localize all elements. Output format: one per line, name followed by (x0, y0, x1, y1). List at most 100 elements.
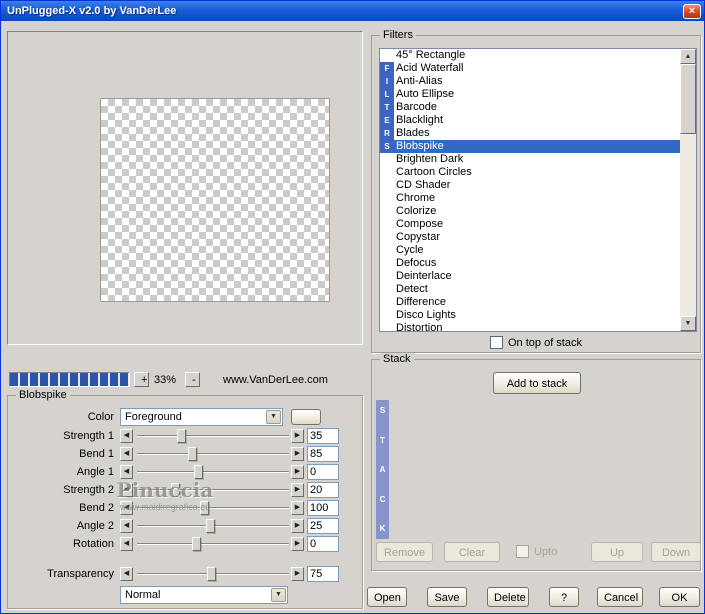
filter-item-deinterlace[interactable]: Deinterlace (380, 270, 680, 283)
filter-item-blades[interactable]: Blades (380, 127, 680, 140)
rotation-increment-button[interactable]: ▶ (291, 537, 304, 551)
bend-2-slider-thumb[interactable] (199, 501, 209, 515)
strength-2-slider-thumb[interactable] (171, 483, 180, 497)
delete-button[interactable]: Delete (487, 587, 529, 607)
strength-1-slider-thumb[interactable] (177, 429, 187, 443)
filter-item-blacklight[interactable]: Blacklight (380, 114, 680, 127)
preview-panel (7, 31, 363, 345)
color-swatch-button[interactable] (291, 409, 321, 425)
upto-checkbox[interactable] (516, 545, 529, 558)
clear-button[interactable]: Clear (444, 542, 500, 562)
transparency-value-input[interactable] (307, 566, 339, 582)
filter-item-auto-ellipse[interactable]: Auto Ellipse (380, 88, 680, 101)
banner-letter: F (384, 64, 390, 73)
params-group-label: Blobspike (16, 389, 70, 402)
cancel-button[interactable]: Cancel (597, 587, 643, 607)
filter-item-distortion[interactable]: Distortion (380, 322, 680, 331)
filter-item-cartoon-circles[interactable]: Cartoon Circles (380, 166, 680, 179)
filter-item-defocus[interactable]: Defocus (380, 257, 680, 270)
filter-item-difference[interactable]: Difference (380, 296, 680, 309)
filter-item-45-rectangle[interactable]: 45° Rectangle (380, 49, 680, 62)
bend-2-slider-track[interactable] (137, 501, 289, 515)
angle-1-increment-button[interactable]: ▶ (291, 465, 304, 479)
open-button[interactable]: Open (367, 587, 407, 607)
up-button[interactable]: Up (591, 542, 643, 562)
transparency-increment-button[interactable]: ▶ (291, 567, 304, 581)
remove-button[interactable]: Remove (376, 542, 433, 562)
add-to-stack-button[interactable]: Add to stack (493, 372, 581, 394)
filter-item-barcode[interactable]: Barcode (380, 101, 680, 114)
strength-1-value-input[interactable] (307, 428, 339, 444)
bend-1-value-input[interactable] (307, 446, 339, 462)
strength-2-decrement-button[interactable]: ◀ (120, 483, 133, 497)
bend-1-decrement-button[interactable]: ◀ (120, 447, 133, 461)
strength-1-decrement-button[interactable]: ◀ (120, 429, 133, 443)
filter-item-cycle[interactable]: Cycle (380, 244, 680, 257)
filters-listbox[interactable]: 45° Rectangle Acid Waterfall Anti-Alias Aut… (379, 48, 697, 332)
blend-mode-combobox[interactable]: Normal ▼ (120, 586, 288, 604)
filter-item-colorize[interactable]: Colorize (380, 205, 680, 218)
stack-vertical-banner: S T A C K (376, 400, 389, 539)
ok-button[interactable]: OK (659, 587, 700, 607)
filters-scrollbar[interactable]: ▲ ▼ (680, 49, 696, 331)
strength-1-slider-track[interactable] (137, 429, 289, 443)
strength-2-value-input[interactable] (307, 482, 339, 498)
color-combobox[interactable]: Foreground ▼ (120, 408, 283, 426)
strength-1-increment-button[interactable]: ▶ (291, 429, 304, 443)
vanderlee-website-link[interactable]: www.VanDerLee.com (223, 374, 328, 386)
filter-item-chrome[interactable]: Chrome (380, 192, 680, 205)
bend-2-increment-button[interactable]: ▶ (291, 501, 304, 515)
unplugged-x-window: UnPlugged-X v2.0 by VanDerLee × + 33% - … (0, 0, 705, 614)
rotation-value-input[interactable] (307, 536, 339, 552)
angle-2-slider-thumb[interactable] (205, 519, 215, 533)
help-button[interactable]: ? (549, 587, 579, 607)
angle-2-value-input[interactable] (307, 518, 339, 534)
scroll-up-icon[interactable]: ▲ (680, 49, 696, 64)
rotation-slider-track[interactable] (137, 537, 289, 551)
filter-item-anti-alias[interactable]: Anti-Alias (380, 75, 680, 88)
bend-1-slider-thumb[interactable] (187, 447, 197, 461)
bend-2-value-input[interactable] (307, 500, 339, 516)
filter-item-cd-shader[interactable]: CD Shader (380, 179, 680, 192)
preview-transparency-checkerboard[interactable] (100, 98, 330, 302)
scroll-down-icon[interactable]: ▼ (680, 316, 696, 331)
filter-item-disco-lights[interactable]: Disco Lights (380, 309, 680, 322)
chevron-down-icon[interactable]: ▼ (266, 410, 281, 424)
bend-1-increment-button[interactable]: ▶ (291, 447, 304, 461)
bend-2-decrement-button[interactable]: ◀ (120, 501, 133, 515)
filter-item-acid-waterfall[interactable]: Acid Waterfall (380, 62, 680, 75)
zoom-out-button[interactable]: - (185, 372, 200, 387)
save-button[interactable]: Save (427, 587, 467, 607)
angle-1-slider-thumb[interactable] (193, 465, 203, 479)
rotation-slider-thumb[interactable] (192, 537, 202, 551)
chevron-down-icon[interactable]: ▼ (271, 588, 286, 602)
rotation-row: Rotation ◀ ▶ (10, 536, 360, 554)
window-title: UnPlugged-X v2.0 by VanDerLee (7, 5, 177, 17)
on-top-of-stack-checkbox[interactable] (490, 336, 503, 349)
strength-2-slider-track[interactable] (137, 483, 289, 497)
strength-2-increment-button[interactable]: ▶ (291, 483, 304, 497)
banner-letter: T (380, 435, 385, 445)
down-button[interactable]: Down (651, 542, 701, 562)
rotation-decrement-button[interactable]: ◀ (120, 537, 133, 551)
filter-item-detect[interactable]: Detect (380, 283, 680, 296)
angle-1-slider-track[interactable] (137, 465, 289, 479)
filter-item-compose[interactable]: Compose (380, 218, 680, 231)
filters-group: Filters 45° Rectangle Acid Waterfall Anti-… (371, 29, 701, 353)
angle-2-slider-track[interactable] (137, 519, 289, 533)
close-button[interactable]: × (683, 3, 701, 19)
angle-1-decrement-button[interactable]: ◀ (120, 465, 133, 479)
scrollbar-thumb[interactable] (680, 64, 696, 134)
bend-1-slider-track[interactable] (137, 447, 289, 461)
filter-item-blobspike[interactable]: Blobspike (380, 140, 680, 153)
filter-item-brighten-dark[interactable]: Brighten Dark (380, 153, 680, 166)
transparency-decrement-button[interactable]: ◀ (120, 567, 133, 581)
angle-2-decrement-button[interactable]: ◀ (120, 519, 133, 533)
angle-1-value-input[interactable] (307, 464, 339, 480)
angle-2-increment-button[interactable]: ▶ (291, 519, 304, 533)
transparency-slider-track[interactable] (137, 567, 289, 581)
transparency-slider-thumb[interactable] (207, 567, 217, 581)
zoom-in-button[interactable]: + (134, 372, 149, 387)
titlebar[interactable]: UnPlugged-X v2.0 by VanDerLee × (1, 1, 704, 21)
filter-item-copystar[interactable]: Copystar (380, 231, 680, 244)
